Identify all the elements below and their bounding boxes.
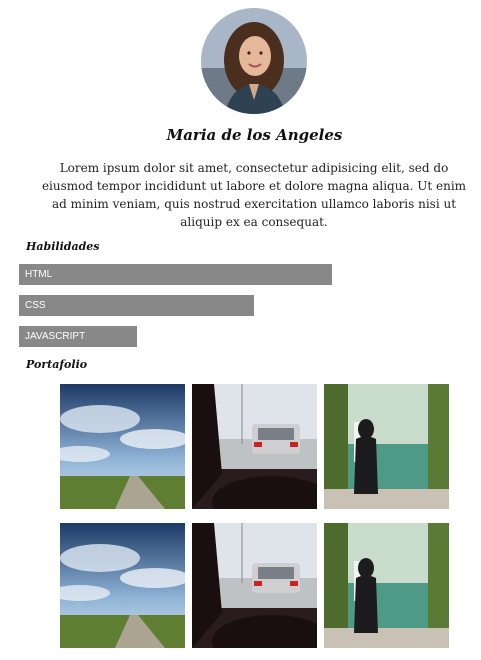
portfolio-item-lake-person[interactable]	[324, 384, 449, 509]
profile-bio: Lorem ipsum dolor sit amet, consectetur …	[41, 161, 467, 229]
portfolio-item-car-road[interactable]	[192, 523, 317, 648]
portfolio-heading: Portafolio	[26, 358, 88, 371]
portfolio-item-sky-landscape[interactable]	[60, 384, 185, 509]
profile-avatar	[201, 8, 307, 114]
skill-bar-css: CSS	[19, 295, 254, 316]
skill-label-javascript: JAVASCRIPT	[25, 331, 86, 342]
skill-label-html: HTML	[25, 269, 53, 280]
skill-bar-javascript: JAVASCRIPT	[19, 326, 137, 347]
portfolio-item-sky-landscape[interactable]	[60, 523, 185, 648]
skill-bar-html: HTML	[19, 264, 332, 285]
portfolio-item-car-road[interactable]	[192, 384, 317, 509]
portfolio-item-lake-person[interactable]	[324, 523, 449, 648]
profile-name: Maria de los Angeles	[166, 126, 343, 144]
skills-heading: Habilidades	[26, 240, 100, 253]
skill-label-css: CSS	[25, 300, 46, 311]
